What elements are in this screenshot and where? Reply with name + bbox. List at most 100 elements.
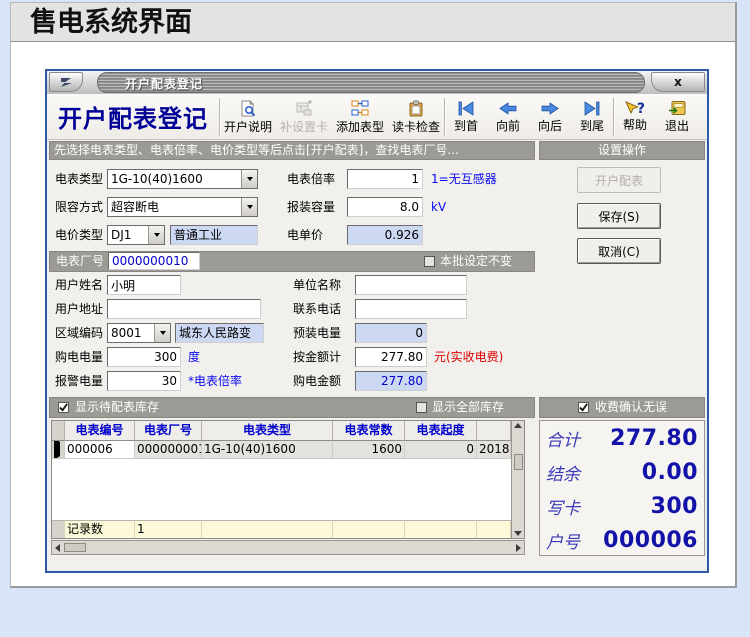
factory-no-label: 电表厂号 [56, 254, 105, 268]
chevron-down-icon[interactable] [154, 324, 170, 342]
horizontal-scrollbar[interactable] [51, 540, 525, 555]
chevron-down-icon[interactable] [241, 170, 257, 188]
footer-cell [405, 520, 477, 538]
arrow-first-icon [456, 100, 476, 119]
table-empty-area [52, 459, 511, 520]
price-type-label: 电价类型 [55, 228, 104, 242]
limit-mode-select[interactable]: 超容断电 [107, 197, 258, 217]
meter-ratio-input[interactable] [347, 169, 423, 189]
check-icon [579, 403, 588, 412]
open-account-button: 开户配表 [577, 167, 661, 193]
page-title: 售电系统界面 [30, 7, 192, 38]
region-code-value: 8001 [111, 326, 142, 340]
table-footer-row: 记录数 1 [52, 520, 511, 538]
table-grid: 电表编号 电表厂号 电表类型 电表常数 电表起度 000006 00000000… [52, 421, 511, 538]
toolbar-button-help[interactable]: ? 帮助 [614, 96, 656, 138]
scroll-right-icon[interactable] [516, 543, 521, 552]
user-name-input[interactable] [107, 275, 181, 295]
dialog-window: 开户配表登记 x 开户配表登记 开户说明 补设置卡 添加表型 读卡检查 到首 向… [45, 69, 709, 573]
total-row: 写卡 300 [540, 489, 704, 523]
preload-qty-value: 0 [355, 323, 427, 343]
toolbar-button-exit[interactable]: 退出 [656, 96, 698, 138]
buy-qty-unit-note: 度 [188, 350, 201, 364]
user-addr-input[interactable] [107, 299, 261, 319]
by-amount-input[interactable] [355, 347, 427, 367]
buy-qty-input[interactable] [107, 347, 181, 367]
phone-input[interactable] [355, 299, 467, 319]
toolbar-button-label: 向前 [495, 118, 520, 133]
toolbar-button-read-card-check[interactable]: 读卡检查 [388, 96, 444, 138]
scroll-up-icon[interactable] [514, 423, 522, 428]
vertical-scroll-thumb[interactable] [513, 454, 523, 470]
region-code-select[interactable]: 8001 [107, 323, 171, 343]
price-type-select[interactable]: DJ1 [107, 225, 165, 245]
price-type-value: DJ1 [111, 228, 132, 242]
footer-marker [52, 520, 65, 538]
cancel-button[interactable]: 取消(C) [577, 238, 661, 264]
org-name-label: 单位名称 [293, 278, 342, 292]
capacity-input[interactable] [347, 197, 423, 217]
chevron-down-icon[interactable] [148, 226, 164, 244]
dialog-title: 开户配表登记 [125, 77, 204, 91]
meter-type-select[interactable]: 1G-10(40)1600 [107, 169, 258, 189]
cell-constant: 1600 [333, 441, 405, 459]
toolbar-button-first[interactable]: 到首 [445, 96, 487, 138]
settings-panel-header: 设置操作 [539, 141, 705, 160]
toolbar-button-label: 开户说明 [223, 119, 272, 134]
buy-amount-value: 277.80 [355, 371, 427, 391]
checkbox-fee-confirmed[interactable] [578, 402, 589, 413]
phone-label: 联系电话 [293, 302, 342, 316]
save-button[interactable]: 保存(S) [577, 203, 661, 229]
toolbar-button-label: 添加表型 [335, 119, 384, 134]
scroll-down-icon[interactable] [514, 531, 522, 536]
limit-mode-value: 超容断电 [111, 200, 160, 214]
horizontal-scroll-thumb[interactable] [64, 543, 86, 552]
column-header: 电表编号 [65, 421, 135, 441]
clipboard-icon [407, 100, 425, 120]
vertical-scrollbar[interactable] [511, 421, 524, 538]
record-count-value: 1 [135, 520, 202, 538]
toolbar-button-next[interactable]: 向后 [529, 96, 571, 138]
org-name-input[interactable] [355, 275, 467, 295]
dialog-titlebar: 开户配表登记 x [47, 71, 707, 94]
meter-type-value: 1G-10(40)1600 [111, 172, 203, 186]
buy-amount-label: 购电金额 [293, 374, 342, 388]
total-row: 结余 0.00 [540, 455, 704, 489]
arrow-right-icon [540, 101, 560, 119]
scroll-left-icon[interactable] [55, 543, 60, 552]
close-button[interactable]: x [651, 72, 705, 92]
toolbar: 开户配表登记 开户说明 补设置卡 添加表型 读卡检查 到首 向前 向后 到尾 ?… [47, 94, 707, 140]
alarm-qty-note: *电表倍率 [188, 374, 243, 388]
doc-magnifier-icon [239, 99, 257, 120]
capacity-label: 报装容量 [287, 200, 336, 214]
toolbar-button-open-help[interactable]: 开户说明 [220, 96, 276, 138]
current-row-cell [52, 441, 65, 459]
by-amount-label: 按金额计 [293, 350, 342, 364]
toolbar-button-last[interactable]: 到尾 [571, 96, 613, 138]
alarm-qty-input[interactable] [107, 371, 181, 391]
chevron-down-icon[interactable] [241, 198, 257, 216]
write-card-value: 300 [650, 493, 698, 519]
checkbox-show-pending[interactable] [58, 402, 69, 413]
batch-fixed-label: 本批设定不变 [440, 254, 513, 268]
dialog-system-button[interactable] [49, 72, 83, 92]
checkbox-batch-fixed[interactable] [424, 256, 435, 267]
toolbar-button-add-meter-type[interactable]: 添加表型 [332, 96, 388, 138]
current-row-marker-icon [54, 441, 60, 458]
factory-no-input[interactable] [108, 252, 200, 270]
confirm-bar: 收费确认无误 [539, 397, 705, 418]
total-label: 合计 [546, 430, 580, 451]
arrow-last-icon [582, 100, 602, 119]
write-card-label: 写卡 [546, 498, 580, 519]
fee-confirmed-label: 收费确认无误 [595, 400, 668, 414]
balance-value: 0.00 [641, 459, 698, 485]
account-no-value: 000006 [603, 527, 698, 553]
toolbar-button-label: 退出 [664, 119, 689, 133]
footer-cell [202, 520, 333, 538]
checkbox-show-all[interactable] [416, 402, 427, 413]
toolbar-button-prev[interactable]: 向前 [487, 96, 529, 138]
table-row[interactable]: 000006 0000000010 1G-10(40)1600 1600 0 2… [52, 441, 511, 459]
unit-price-label: 电单价 [287, 228, 324, 242]
toolbar-button-label: 到首 [453, 118, 478, 133]
toolbar-button-label: 向后 [537, 118, 562, 133]
